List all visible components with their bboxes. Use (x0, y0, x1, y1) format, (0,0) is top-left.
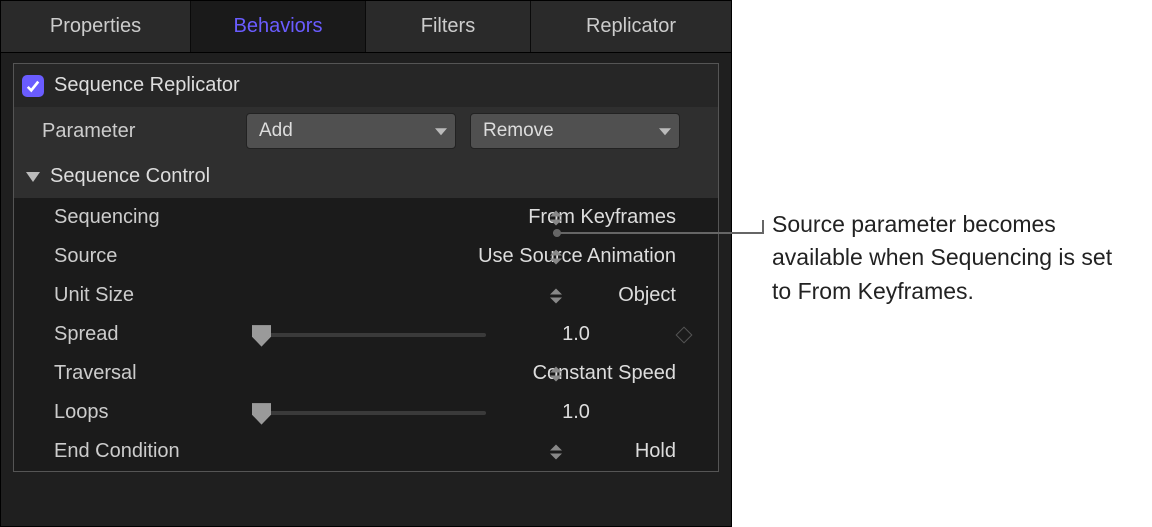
behavior-frame: Sequence Replicator Parameter Add Remove… (13, 63, 719, 472)
behavior-title: Sequence Replicator (54, 74, 240, 97)
parameter-remove-label: Remove (483, 120, 554, 142)
parameter-row: Parameter Add Remove (14, 107, 718, 155)
chevron-down-icon (659, 128, 671, 135)
tab-properties[interactable]: Properties (1, 1, 191, 52)
source-value[interactable]: Use Source Animation (254, 245, 706, 268)
disclosure-triangle-icon (26, 172, 40, 182)
spread-slider[interactable] (254, 324, 486, 346)
annotation-callout: Source parameter becomes available when … (732, 0, 1152, 527)
parameter-add-dropdown[interactable]: Add (246, 113, 456, 149)
traversal-row: Traversal Constant Speed (14, 354, 718, 393)
source-stepper[interactable] (550, 249, 562, 264)
parameter-add-label: Add (259, 120, 293, 142)
slider-thumb-icon[interactable] (252, 403, 271, 425)
spread-value[interactable]: 1.0 (516, 323, 636, 346)
chevron-down-icon (435, 128, 447, 135)
behavior-title-row: Sequence Replicator (14, 64, 718, 107)
tab-behaviors[interactable]: Behaviors (191, 1, 366, 52)
loops-value[interactable]: 1.0 (516, 401, 636, 424)
tab-replicator[interactable]: Replicator (531, 1, 731, 52)
source-label: Source (54, 245, 254, 268)
loops-row: Loops 1.0 (14, 393, 718, 432)
traversal-value[interactable]: Constant Speed (254, 362, 706, 385)
source-row: Source Use Source Animation (14, 237, 718, 276)
keyframe-diamond-icon[interactable] (676, 326, 693, 343)
sequence-control-label: Sequence Control (50, 165, 210, 188)
slider-thumb-icon[interactable] (252, 325, 271, 347)
unit-size-label: Unit Size (54, 284, 254, 307)
leader-line (553, 232, 763, 234)
end-condition-value[interactable]: Hold (254, 440, 706, 463)
loops-slider[interactable] (254, 402, 486, 424)
loops-label: Loops (54, 401, 254, 424)
callout-text: Source parameter becomes available when … (772, 208, 1122, 308)
unit-size-stepper[interactable] (550, 288, 562, 303)
enable-checkbox[interactable] (22, 75, 44, 97)
spread-label: Spread (54, 323, 254, 346)
tab-bar: Properties Behaviors Filters Replicator (1, 1, 731, 53)
end-condition-label: End Condition (54, 440, 254, 463)
unit-size-row: Unit Size Object (14, 276, 718, 315)
traversal-stepper[interactable] (550, 366, 562, 381)
spread-row: Spread 1.0 (14, 315, 718, 354)
parameter-label: Parameter (42, 120, 232, 143)
end-condition-stepper[interactable] (550, 444, 562, 459)
sequence-control-header[interactable]: Sequence Control (14, 155, 718, 198)
traversal-label: Traversal (54, 362, 254, 385)
inspector-panel: Properties Behaviors Filters Replicator … (0, 0, 732, 527)
tab-filters[interactable]: Filters (366, 1, 531, 52)
sequencing-stepper[interactable] (550, 210, 562, 225)
parameter-remove-dropdown[interactable]: Remove (470, 113, 680, 149)
sequencing-label: Sequencing (54, 206, 254, 229)
end-condition-row: End Condition Hold (14, 432, 718, 471)
sequencing-value[interactable]: From Keyframes (254, 206, 706, 229)
unit-size-value[interactable]: Object (254, 284, 706, 307)
